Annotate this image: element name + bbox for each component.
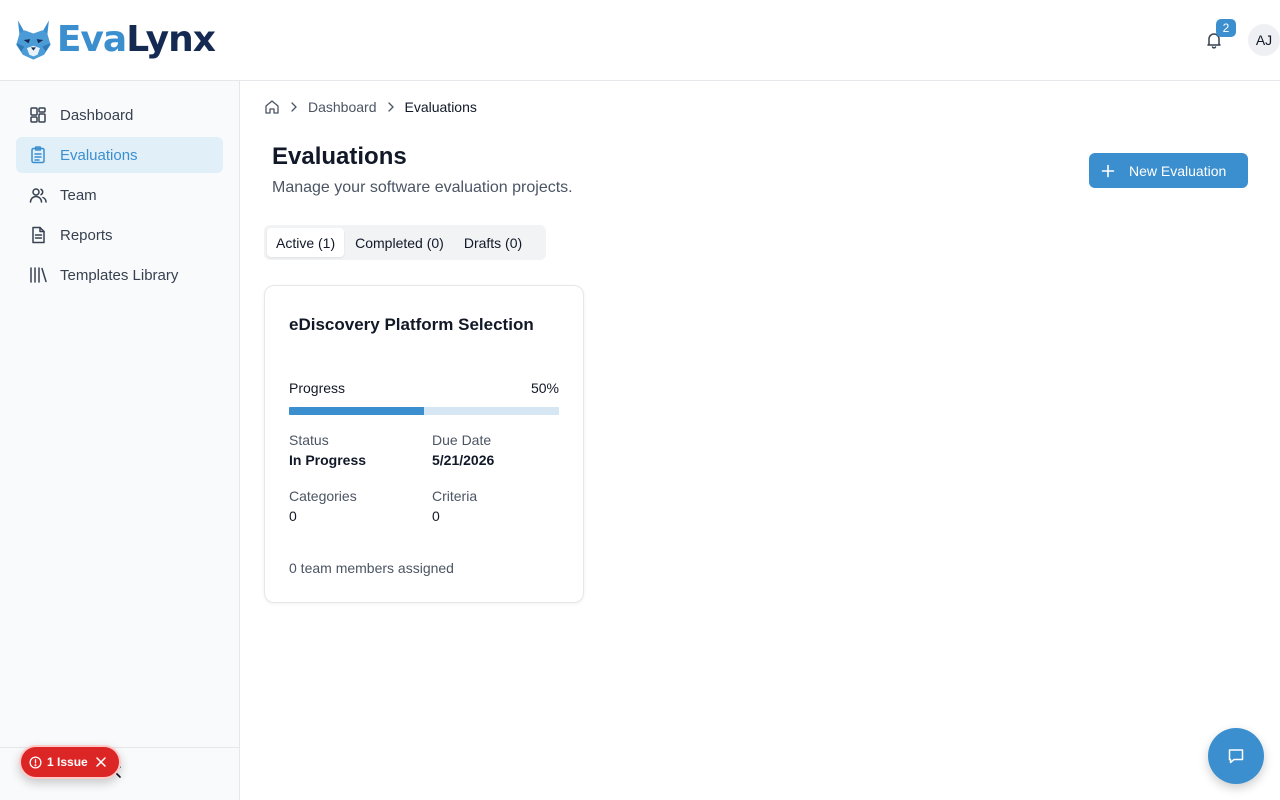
page-title: Evaluations bbox=[272, 143, 407, 170]
library-icon bbox=[28, 265, 48, 285]
close-icon[interactable] bbox=[95, 757, 106, 767]
alert-circle-icon bbox=[29, 755, 42, 769]
users-icon bbox=[28, 185, 48, 205]
breadcrumb-dashboard-link[interactable]: Dashboard bbox=[308, 99, 377, 115]
categories-label: Categories bbox=[289, 488, 357, 504]
sidebar-item-team[interactable]: Team bbox=[16, 177, 223, 213]
issues-label: 1 Issue bbox=[47, 755, 88, 769]
progress-bar-fill bbox=[289, 407, 424, 415]
sidebar-item-label: Dashboard bbox=[60, 106, 134, 124]
sidebar-item-label: Templates Library bbox=[60, 266, 179, 284]
chevron-right-icon bbox=[385, 101, 397, 113]
breadcrumb: Dashboard Evaluations bbox=[264, 97, 477, 117]
criteria-label: Criteria bbox=[432, 488, 478, 504]
top-bar: EvaLynx 2 AJ bbox=[0, 0, 1280, 81]
notification-count-badge: 2 bbox=[1216, 19, 1236, 37]
sidebar-item-reports[interactable]: Reports bbox=[16, 217, 223, 253]
app-logo[interactable]: EvaLynx bbox=[8, 8, 216, 72]
sidebar: Dashboard Evaluations Team Reports Templ… bbox=[0, 81, 240, 800]
sidebar-item-label: Team bbox=[60, 186, 97, 204]
file-text-icon bbox=[28, 225, 48, 245]
sidebar-item-dashboard[interactable]: Dashboard bbox=[16, 97, 223, 133]
chat-button[interactable] bbox=[1208, 728, 1264, 784]
sidebar-item-templates-library[interactable]: Templates Library bbox=[16, 257, 223, 293]
message-icon bbox=[1228, 749, 1244, 764]
brand-name-lynx: Lynx bbox=[126, 19, 216, 60]
progress-bar bbox=[289, 407, 559, 415]
dashboard-icon bbox=[28, 105, 48, 125]
page-subtitle: Manage your software evaluation projects… bbox=[272, 179, 573, 196]
clipboard-icon bbox=[28, 145, 48, 165]
due-date-value: 5/21/2026 bbox=[432, 452, 495, 468]
plus-icon bbox=[1101, 164, 1115, 178]
tab-drafts[interactable]: Drafts (0) bbox=[455, 228, 531, 257]
issues-badge[interactable]: 1 Issue bbox=[19, 745, 121, 779]
new-evaluation-button[interactable]: New Evaluation bbox=[1089, 153, 1248, 188]
chevron-right-icon bbox=[288, 101, 300, 113]
new-evaluation-label: New Evaluation bbox=[1129, 162, 1227, 179]
sidebar-item-label: Evaluations bbox=[60, 146, 138, 164]
sidebar-item-label: Reports bbox=[60, 226, 113, 244]
status-label: Status bbox=[289, 432, 329, 448]
evaluation-tabs: Active (1) Completed (0) Drafts (0) bbox=[264, 225, 546, 260]
evaluation-card[interactable]: eDiscovery Platform Selection Progress 5… bbox=[264, 285, 584, 603]
sidebar-item-evaluations[interactable]: Evaluations bbox=[16, 137, 223, 173]
team-members-summary: 0 team members assigned bbox=[289, 560, 454, 576]
tab-active[interactable]: Active (1) bbox=[267, 228, 345, 257]
criteria-value: 0 bbox=[432, 508, 440, 524]
tab-completed[interactable]: Completed (0) bbox=[346, 228, 453, 257]
progress-label: Progress bbox=[289, 380, 346, 396]
breadcrumb-current: Evaluations bbox=[404, 99, 477, 115]
due-date-label: Due Date bbox=[432, 432, 492, 448]
home-icon[interactable] bbox=[264, 99, 280, 115]
brand-name: EvaLynx bbox=[56, 19, 216, 60]
brand-name-eva: Eva bbox=[56, 19, 127, 60]
lynx-head-icon bbox=[16, 20, 51, 60]
progress-value: 50% bbox=[530, 380, 559, 396]
categories-value: 0 bbox=[289, 508, 297, 524]
user-avatar[interactable]: AJ bbox=[1248, 24, 1280, 56]
evaluation-title: eDiscovery Platform Selection bbox=[289, 315, 534, 334]
status-value: In Progress bbox=[289, 452, 367, 468]
